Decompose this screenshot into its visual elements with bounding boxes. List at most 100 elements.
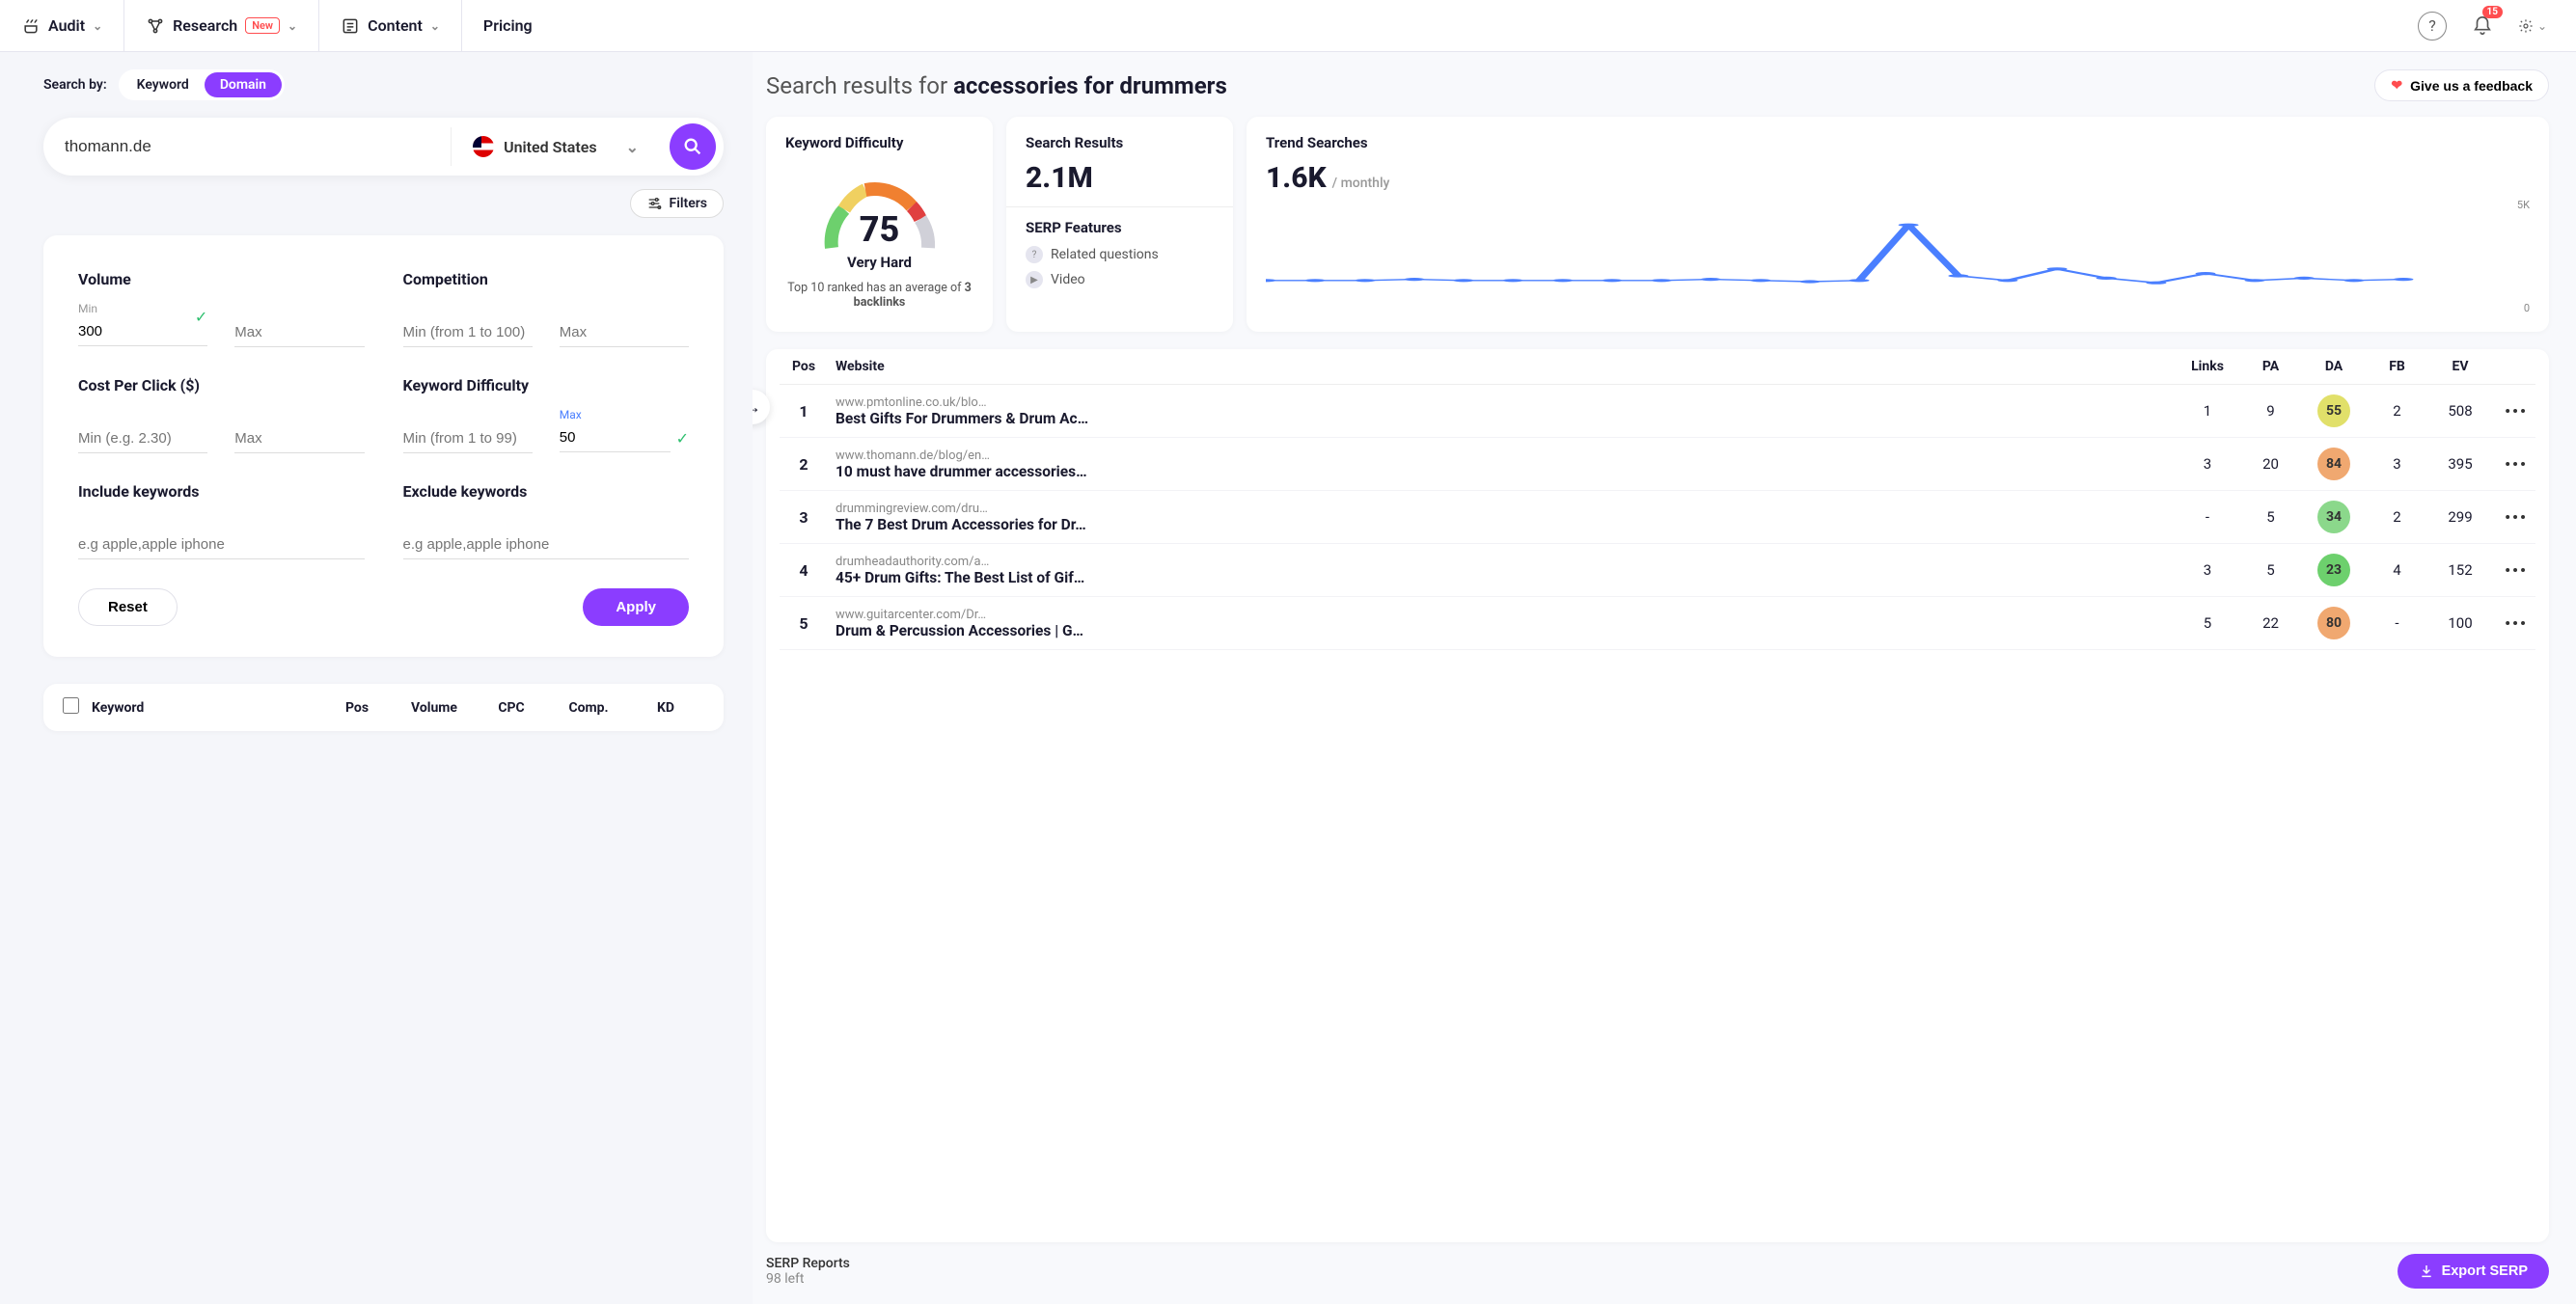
exclude-keywords-input[interactable]: [403, 530, 690, 559]
country-selector[interactable]: United States ⌄: [451, 127, 660, 166]
heart-icon: ❤: [2391, 77, 2402, 94]
kd-score: 75: [812, 209, 947, 250]
col-cpc[interactable]: CPC: [473, 700, 550, 716]
us-flag-icon: [473, 136, 494, 157]
head-links[interactable]: Links: [2179, 359, 2236, 374]
nav-content-label: Content: [368, 16, 423, 35]
min-sublabel: Min: [78, 302, 207, 315]
trend-suffix: / monthly: [1332, 176, 1390, 191]
cell-website: www.thomann.de/blog/en… 10 must have dru…: [836, 448, 2171, 480]
head-website[interactable]: Website: [836, 359, 2171, 374]
nav-research[interactable]: Research New ⌄: [124, 0, 319, 51]
settings-button[interactable]: ⌄: [2518, 12, 2547, 41]
row-actions[interactable]: •••: [2497, 508, 2535, 527]
include-keywords-input[interactable]: [78, 530, 365, 559]
volume-max-input[interactable]: [234, 318, 364, 347]
row-actions[interactable]: •••: [2497, 561, 2535, 580]
table-row[interactable]: 1 www.pmtonline.co.uk/blo… Best Gifts Fo…: [780, 385, 2535, 438]
row-actions[interactable]: •••: [2497, 402, 2535, 421]
left-pane: Search by: Keyword Domain United States …: [0, 52, 753, 1304]
gauge-chart: 75: [812, 161, 947, 258]
nav-pricing-label: Pricing: [483, 16, 533, 35]
reset-button[interactable]: Reset: [78, 588, 178, 626]
search-by-label: Search by:: [43, 77, 107, 93]
filters-panel: Volume Min ✓ Competition: [43, 235, 724, 657]
head-pa[interactable]: PA: [2244, 359, 2297, 374]
table-row[interactable]: 2 www.thomann.de/blog/en… 10 must have d…: [780, 438, 2535, 491]
col-kd[interactable]: KD: [627, 700, 704, 716]
country-label: United States: [504, 138, 597, 156]
filters-toggle[interactable]: Filters: [630, 189, 724, 218]
pill-keyword[interactable]: Keyword: [122, 72, 205, 97]
table-row[interactable]: 3 drummingreview.com/dru… The 7 Best Dru…: [780, 491, 2535, 544]
reports-left: 98 left: [766, 1271, 850, 1287]
export-serp-button[interactable]: Export SERP: [2398, 1254, 2549, 1289]
result-title: 10 must have drummer accessories…: [836, 463, 2171, 480]
cell-da: 80: [2305, 607, 2363, 639]
download-icon: [2419, 1263, 2434, 1279]
cell-pos: 1: [780, 402, 828, 421]
filter-cpc: Cost Per Click ($): [78, 376, 365, 453]
col-volume[interactable]: Volume: [396, 700, 473, 716]
cell-pos: 2: [780, 455, 828, 474]
pill-domain[interactable]: Domain: [205, 72, 282, 97]
footer-bar: SERP Reports 98 left Export SERP: [766, 1242, 2549, 1304]
trend-chart: 5K 0: [1266, 199, 2530, 314]
col-pos[interactable]: Pos: [318, 700, 396, 716]
cpc-max-input[interactable]: [234, 424, 364, 453]
table-row[interactable]: 5 www.guitarcenter.com/Dr… Drum & Percus…: [780, 597, 2535, 650]
cpc-min-input[interactable]: [78, 424, 207, 453]
kd-min-input[interactable]: [403, 424, 533, 453]
trend-card-title: Trend Searches: [1266, 134, 2530, 151]
row-actions[interactable]: •••: [2497, 455, 2535, 474]
cell-links: -: [2179, 508, 2236, 526]
head-da[interactable]: DA: [2305, 359, 2363, 374]
head-pos[interactable]: Pos: [780, 359, 828, 374]
cell-pos: 3: [780, 508, 828, 527]
cell-pa: 5: [2244, 561, 2297, 579]
feedback-button[interactable]: ❤ Give us a feedback: [2374, 69, 2549, 101]
col-comp[interactable]: Comp.: [550, 700, 627, 716]
row-actions[interactable]: •••: [2497, 614, 2535, 633]
sliders-icon: [646, 196, 662, 211]
apply-button[interactable]: Apply: [583, 588, 689, 626]
help-button[interactable]: ?: [2418, 12, 2447, 41]
include-label: Include keywords: [78, 482, 365, 501]
result-title: 45+ Drum Gifts: The Best List of Gif…: [836, 569, 2171, 586]
col-keyword[interactable]: Keyword: [92, 700, 318, 716]
result-title: Drum & Percussion Accessories | G…: [836, 622, 2171, 639]
search-results-card: Search Results 2.1M SERP Features ? Rela…: [1006, 117, 1233, 332]
cell-fb: 2: [2370, 402, 2424, 420]
search-button[interactable]: [670, 123, 716, 170]
cell-pa: 5: [2244, 508, 2297, 526]
nav-audit-label: Audit: [48, 16, 85, 35]
cell-ev: 299: [2431, 508, 2489, 526]
competition-max-input[interactable]: [560, 318, 689, 347]
cell-website: www.pmtonline.co.uk/blo… Best Gifts For …: [836, 395, 2171, 427]
search-bar: United States ⌄: [43, 118, 724, 176]
competition-min-input[interactable]: [403, 318, 533, 347]
feat-label: Related questions: [1051, 247, 1159, 262]
nav-content[interactable]: Content ⌄: [319, 0, 462, 51]
notifications-button[interactable]: 15: [2468, 12, 2497, 41]
nav-audit[interactable]: Audit ⌄: [0, 0, 124, 51]
trend-value: 1.6K: [1266, 161, 1327, 195]
cell-ev: 395: [2431, 455, 2489, 473]
select-all-checkbox[interactable]: [63, 697, 79, 714]
keyword-table: Keyword Pos Volume CPC Comp. KD: [43, 684, 724, 731]
cell-da: 84: [2305, 448, 2363, 480]
domain-search-input[interactable]: [65, 137, 451, 156]
head-fb[interactable]: FB: [2370, 359, 2424, 374]
sr-value: 2.1M: [1026, 161, 1214, 195]
kd-max-input[interactable]: [560, 423, 671, 452]
chevron-down-icon: ⌄: [626, 138, 639, 156]
nav-pricing[interactable]: Pricing: [462, 0, 554, 51]
check-icon: ✓: [195, 308, 207, 326]
table-row[interactable]: 4 drumheadauthority.com/a… 45+ Drum Gift…: [780, 544, 2535, 597]
volume-min-input[interactable]: [78, 317, 207, 346]
search-icon: [682, 136, 703, 157]
head-ev[interactable]: EV: [2431, 359, 2489, 374]
cell-ev: 100: [2431, 614, 2489, 632]
competition-label: Competition: [403, 270, 690, 288]
filter-volume: Volume Min ✓: [78, 270, 365, 347]
